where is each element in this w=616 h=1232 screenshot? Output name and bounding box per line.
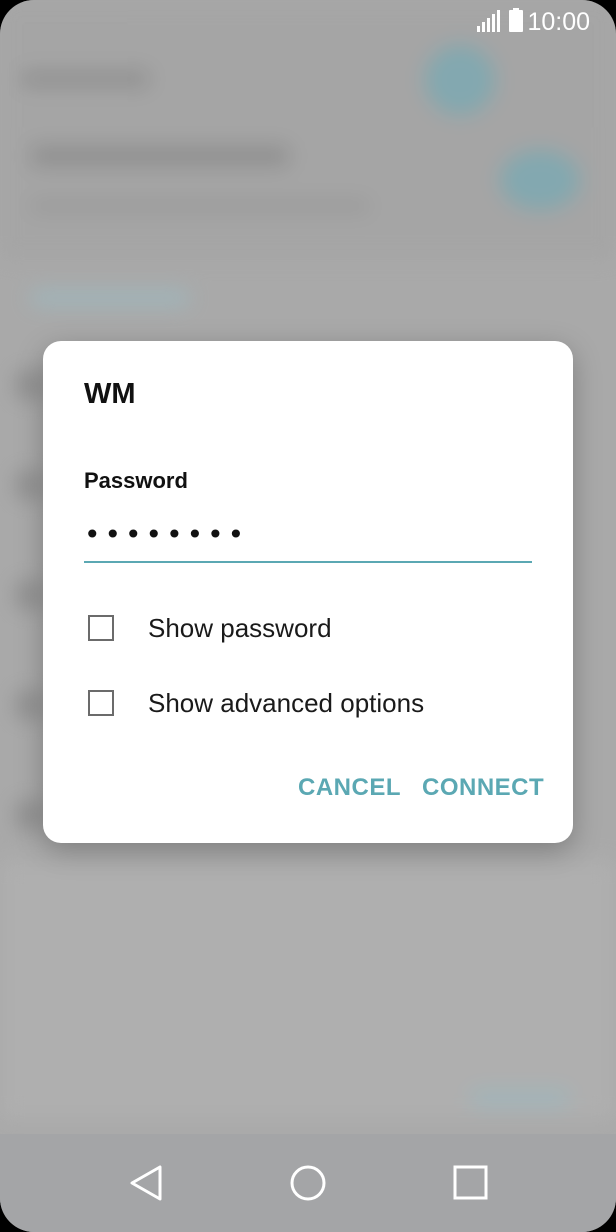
password-input[interactable] [84, 511, 532, 563]
wifi-password-dialog: WM Password Show password Show advanced … [43, 341, 573, 843]
show-password-checkbox[interactable] [88, 615, 114, 641]
clock: 10:00 [527, 8, 590, 36]
home-icon[interactable] [283, 1158, 333, 1208]
status-bar: 10:00 [0, 0, 616, 44]
cancel-button[interactable]: CANCEL [298, 774, 401, 802]
screen: 10:00 WM Password Show password Show adv… [0, 0, 616, 1232]
show-advanced-options-row[interactable]: Show advanced options [84, 683, 424, 723]
navigation-bar [0, 1134, 616, 1232]
show-advanced-options-checkbox[interactable] [88, 690, 114, 716]
back-icon[interactable] [122, 1158, 172, 1208]
connect-button[interactable]: CONNECT [422, 774, 544, 802]
show-password-row[interactable]: Show password [84, 608, 332, 648]
dialog-title: WM [84, 378, 136, 410]
password-label: Password [84, 468, 188, 493]
show-password-label: Show password [148, 612, 332, 643]
battery-icon [509, 8, 523, 32]
signal-icon [477, 10, 500, 32]
show-advanced-options-label: Show advanced options [148, 687, 425, 718]
recent-apps-icon[interactable] [445, 1158, 495, 1208]
